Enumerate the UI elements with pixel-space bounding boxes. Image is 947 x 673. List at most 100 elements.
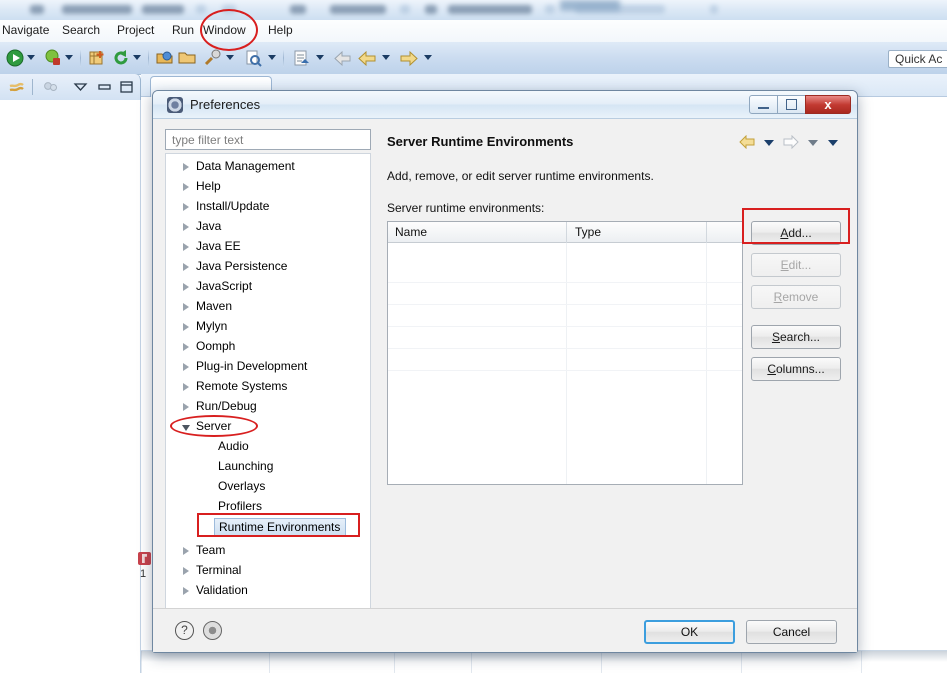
tree-item-label: Terminal	[196, 563, 242, 577]
view-toolbar[interactable]	[0, 74, 141, 101]
back-navigation-icon[interactable]	[358, 49, 376, 67]
link-with-editor-icon[interactable]	[42, 78, 59, 95]
previous-edit-icon[interactable]	[334, 49, 352, 67]
debug-icon[interactable]	[44, 49, 62, 67]
help-icon[interactable]: ?	[175, 621, 194, 640]
back-arrow-icon[interactable]	[739, 134, 755, 152]
search-dropdown-icon[interactable]	[268, 55, 276, 60]
back-dropdown-icon[interactable]	[764, 140, 774, 146]
columns-button[interactable]: Columns...	[751, 357, 841, 381]
chevron-right-icon[interactable]	[183, 323, 189, 331]
table-row	[388, 304, 742, 305]
tree-item-label: Java EE	[196, 239, 241, 253]
menu-item-project[interactable]: Project	[117, 23, 154, 37]
minimize-view-icon[interactable]	[96, 78, 113, 95]
tree-item-label: Java Persistence	[196, 259, 288, 273]
tree-item-label: Overlays	[218, 479, 266, 493]
run-dropdown-icon[interactable]	[27, 55, 35, 60]
tree-item-label: Team	[196, 543, 226, 557]
error-marker-icon	[138, 552, 151, 565]
add-button[interactable]: Add...	[751, 221, 841, 245]
chevron-right-icon[interactable]	[183, 343, 189, 351]
search-toolbar-icon[interactable]	[244, 49, 262, 67]
chevron-down-icon[interactable]	[828, 140, 838, 146]
tree-item-label: Launching	[218, 459, 274, 473]
apply-icon[interactable]	[203, 621, 222, 640]
tree-item-label: Plug-in Development	[196, 359, 308, 373]
column-header-type[interactable]: Type	[575, 225, 601, 239]
chevron-right-icon[interactable]	[183, 403, 189, 411]
chevron-right-icon[interactable]	[183, 383, 189, 391]
quick-access-input[interactable]: Quick Ac	[888, 50, 947, 68]
tree-item-label: JavaScript	[196, 279, 253, 293]
page-description: Add, remove, or edit server runtime envi…	[387, 169, 654, 183]
project-explorer-body	[0, 100, 141, 673]
error-marker-count: 1	[140, 568, 147, 580]
menu-item-window[interactable]: Window	[203, 23, 246, 37]
table-header[interactable]: Name Type	[388, 222, 742, 243]
forward-arrow-icon[interactable]	[783, 134, 799, 152]
tree-item-label: Data Management	[196, 159, 295, 173]
tree-item-label: Run/Debug	[196, 399, 257, 413]
chevron-right-icon[interactable]	[183, 243, 189, 251]
close-button[interactable]: x	[805, 95, 851, 114]
table-row	[388, 348, 742, 349]
column-header-name[interactable]: Name	[395, 225, 427, 239]
runtime-environments-table[interactable]: Name Type	[387, 221, 743, 485]
chevron-down-icon[interactable]	[182, 425, 190, 431]
maximize-button[interactable]	[777, 95, 806, 114]
open-resource-icon[interactable]	[178, 49, 196, 67]
tree-item-label: Mylyn	[196, 319, 228, 333]
minimize-button[interactable]	[749, 95, 778, 114]
filter-input[interactable]: type filter text	[165, 129, 371, 150]
chevron-right-icon[interactable]	[183, 263, 189, 271]
tree-item-label: Java	[196, 219, 222, 233]
preferences-tree[interactable]: Data Management Help Install/Update Java…	[165, 153, 371, 612]
maximize-view-icon[interactable]	[118, 78, 135, 95]
next-annotation-icon[interactable]	[292, 49, 310, 67]
new-wizard-icon[interactable]	[88, 49, 106, 67]
tree-item-label: Server	[196, 419, 232, 433]
project-explorer-icon[interactable]	[8, 78, 25, 95]
main-toolbar[interactable]	[0, 42, 947, 75]
forward-dropdown-icon[interactable]	[808, 140, 818, 146]
refresh-icon[interactable]	[112, 49, 130, 67]
chevron-right-icon[interactable]	[183, 223, 189, 231]
table-row	[388, 326, 742, 327]
chevron-right-icon[interactable]	[183, 203, 189, 211]
tree-item-label: Profilers	[218, 499, 263, 513]
ok-button[interactable]: OK	[644, 620, 735, 644]
menu-item-search[interactable]: Search	[62, 23, 100, 37]
external-tools-icon[interactable]	[204, 49, 222, 67]
edit-button[interactable]: Edit...	[751, 253, 841, 277]
preferences-icon	[167, 97, 183, 113]
chevron-right-icon[interactable]	[183, 567, 189, 575]
chevron-right-icon[interactable]	[183, 163, 189, 171]
tree-item-label: Validation	[196, 583, 248, 597]
view-menu-icon[interactable]	[72, 78, 89, 95]
open-type-icon[interactable]	[156, 49, 174, 67]
menu-item-navigate[interactable]: Navigate	[2, 23, 49, 37]
refresh-dropdown-icon[interactable]	[133, 55, 141, 60]
chevron-right-icon[interactable]	[183, 363, 189, 371]
debug-dropdown-icon[interactable]	[65, 55, 73, 60]
run-icon[interactable]	[6, 49, 24, 67]
back-dropdown-icon[interactable]	[382, 55, 390, 60]
chevron-right-icon[interactable]	[183, 303, 189, 311]
menu-item-run[interactable]: Run	[172, 23, 194, 37]
external-tools-dropdown-icon[interactable]	[226, 55, 234, 60]
forward-navigation-icon[interactable]	[400, 49, 418, 67]
remove-button[interactable]: Remove	[751, 285, 841, 309]
next-annotation-dropdown-icon[interactable]	[316, 55, 324, 60]
chevron-right-icon[interactable]	[183, 587, 189, 595]
chevron-right-icon[interactable]	[183, 283, 189, 291]
dialog-titlebar[interactable]: Preferences x	[153, 91, 857, 119]
forward-dropdown-icon[interactable]	[424, 55, 432, 60]
cancel-button[interactable]: Cancel	[746, 620, 837, 644]
page-header: Server Runtime Environments	[379, 127, 847, 158]
search-button[interactable]: Search...	[751, 325, 841, 349]
chevron-right-icon[interactable]	[183, 183, 189, 191]
menu-bar[interactable]: Navigate Search Project Run Window Help	[0, 20, 947, 43]
chevron-right-icon[interactable]	[183, 547, 189, 555]
menu-item-help[interactable]: Help	[268, 23, 293, 37]
